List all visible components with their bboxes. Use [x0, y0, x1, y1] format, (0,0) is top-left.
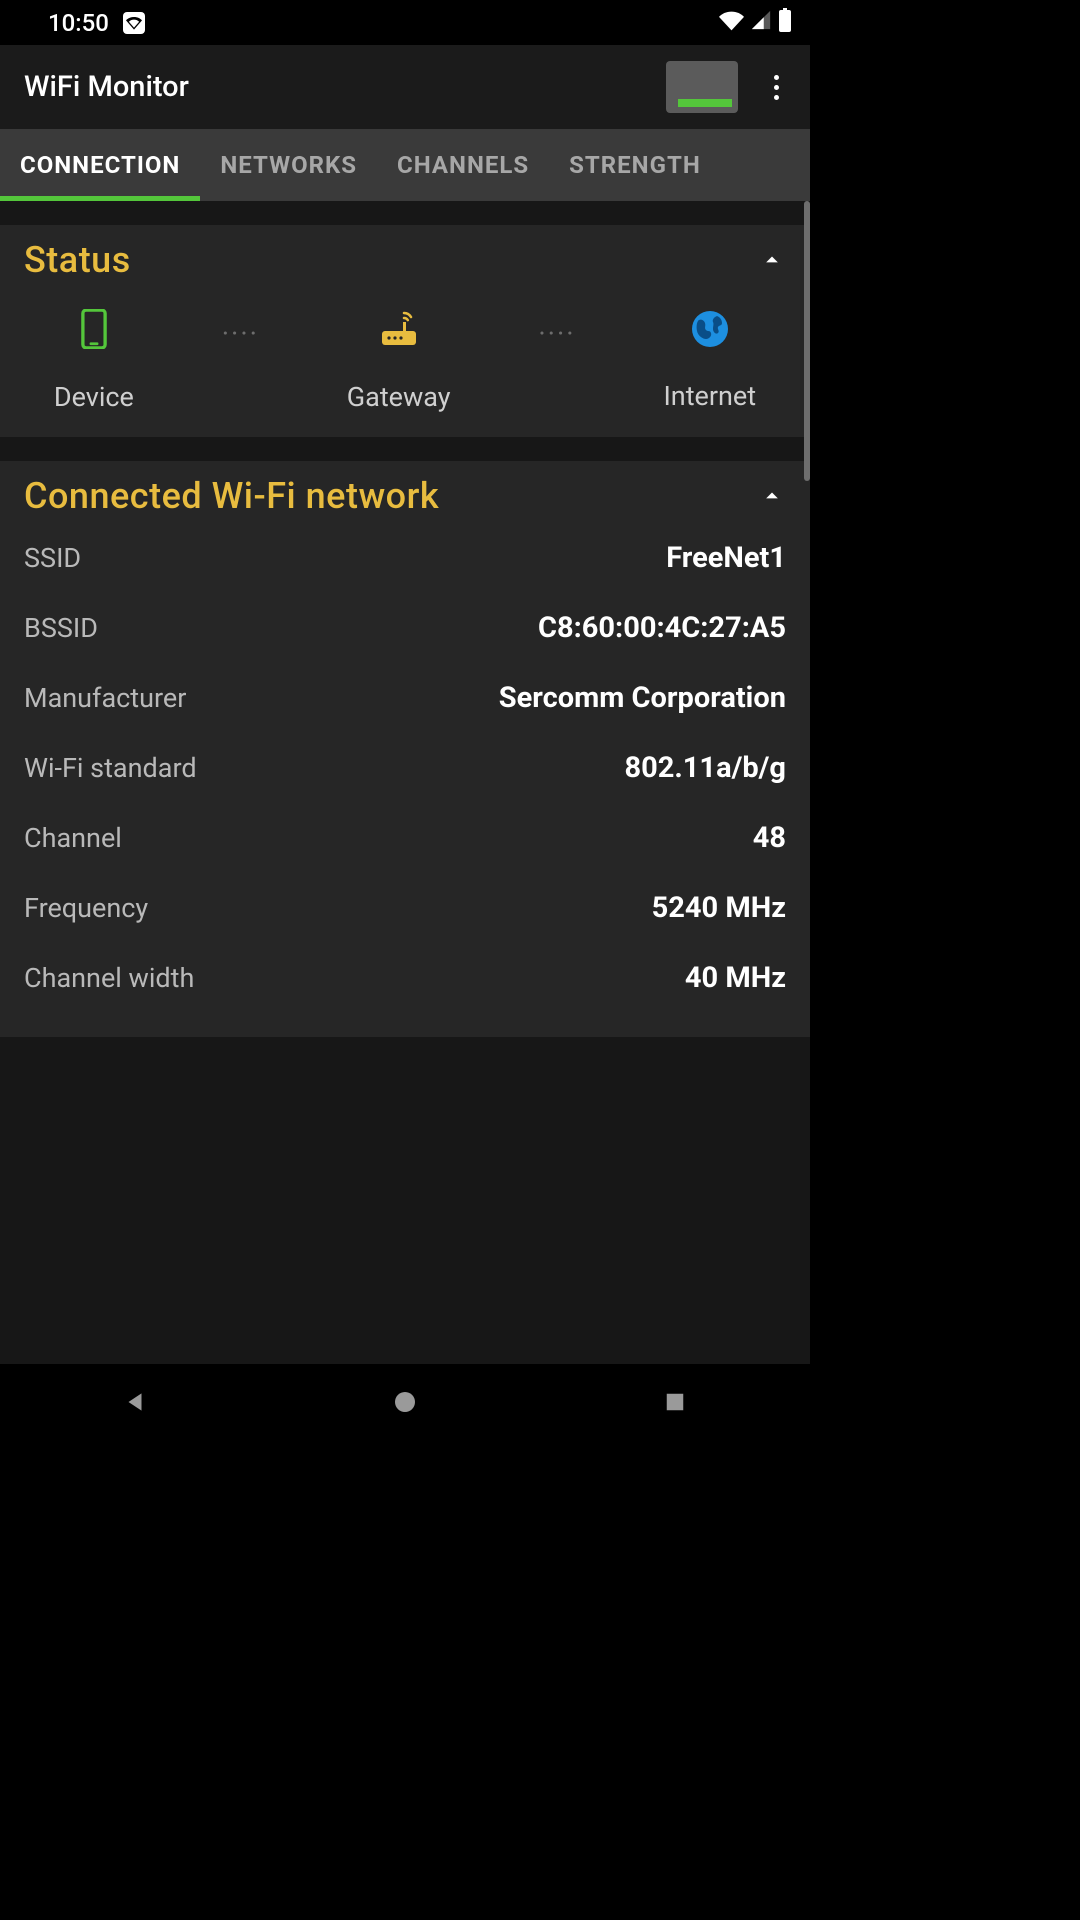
scrollbar-thumb[interactable]	[804, 201, 810, 481]
nav-home-button[interactable]	[383, 1380, 427, 1424]
content-scroll[interactable]: Status Device ····	[0, 201, 810, 1364]
wifi-monitor-notif-icon	[123, 12, 145, 34]
overflow-menu-button[interactable]	[754, 65, 798, 109]
android-navbar	[0, 1364, 810, 1440]
circle-home-icon	[393, 1390, 417, 1414]
square-recents-icon	[664, 1391, 686, 1413]
detail-value: 802.11a/b/g	[624, 751, 786, 785]
wifi-icon	[719, 9, 744, 37]
detail-row-manufacturer[interactable]: Manufacturer Sercomm Corporation	[0, 663, 810, 733]
detail-row-ssid[interactable]: SSID FreeNet1	[0, 523, 810, 593]
connection-dots-icon: ····	[222, 320, 259, 402]
detail-label: Manufacturer	[24, 682, 186, 714]
detail-value: 5240 MHz	[652, 891, 786, 925]
status-device: Device	[54, 309, 134, 413]
detail-label: Channel width	[24, 962, 194, 994]
tab-label: STRENGTH	[569, 151, 701, 179]
more-vert-icon	[774, 75, 779, 100]
connection-dots-icon: ····	[538, 320, 575, 402]
tab-strength[interactable]: STRENGTH	[549, 129, 721, 201]
nav-recents-button[interactable]	[653, 1380, 697, 1424]
tab-channels[interactable]: CHANNELS	[377, 129, 549, 201]
router-icon	[378, 309, 420, 353]
status-internet: Internet	[663, 310, 756, 412]
tab-networks[interactable]: NETWORKS	[200, 129, 377, 201]
detail-value: C8:60:00:4C:27:A5	[538, 611, 786, 645]
network-card: Connected Wi-Fi network SSID FreeNet1 BS…	[0, 461, 810, 1037]
detail-row-channel-width[interactable]: Channel width 40 MHz	[0, 943, 810, 1013]
tab-label: CONNECTION	[20, 151, 180, 179]
status-card-header[interactable]: Status	[0, 225, 810, 287]
status-row: Device ···· Gateway ····	[0, 287, 810, 413]
network-card-header[interactable]: Connected Wi-Fi network	[0, 461, 810, 523]
triangle-back-icon	[122, 1389, 148, 1415]
app-title: WiFi Monitor	[24, 70, 650, 104]
app-bar: WiFi Monitor	[0, 45, 810, 129]
battery-icon	[778, 8, 792, 38]
android-statusbar: 10:50	[0, 0, 810, 45]
status-gateway: Gateway	[347, 309, 451, 413]
nav-back-button[interactable]	[113, 1380, 157, 1424]
detail-label: Wi-Fi standard	[24, 752, 197, 784]
detail-value: Sercomm Corporation	[499, 681, 786, 715]
phone-icon	[79, 309, 109, 353]
status-card-title: Status	[24, 239, 131, 281]
detail-label: BSSID	[24, 612, 98, 644]
tab-label: NETWORKS	[220, 151, 357, 179]
detail-row-bssid[interactable]: BSSID C8:60:00:4C:27:A5	[0, 593, 810, 663]
statusbar-time: 10:50	[48, 9, 109, 37]
status-device-label: Device	[54, 381, 134, 413]
detail-label: SSID	[24, 542, 81, 574]
detail-value: 40 MHz	[685, 961, 786, 995]
detail-row-frequency[interactable]: Frequency 5240 MHz	[0, 873, 810, 943]
tab-connection[interactable]: CONNECTION	[0, 129, 200, 201]
detail-label: Frequency	[24, 892, 148, 924]
tab-bar: CONNECTION NETWORKS CHANNELS STRENGTH	[0, 129, 810, 201]
network-card-title: Connected Wi-Fi network	[24, 475, 439, 517]
chevron-up-icon	[758, 246, 786, 274]
cell-signal-icon	[750, 9, 772, 37]
status-internet-label: Internet	[663, 380, 756, 412]
status-card: Status Device ····	[0, 225, 810, 437]
detail-label: Channel	[24, 822, 122, 854]
tab-label: CHANNELS	[397, 151, 529, 179]
detail-row-channel[interactable]: Channel 48	[0, 803, 810, 873]
signal-sparkline-button[interactable]	[666, 61, 738, 113]
globe-icon	[691, 310, 729, 352]
detail-row-wifi-standard[interactable]: Wi-Fi standard 802.11a/b/g	[0, 733, 810, 803]
detail-value: FreeNet1	[666, 541, 786, 575]
chevron-up-icon	[758, 482, 786, 510]
status-gateway-label: Gateway	[347, 381, 451, 413]
detail-value: 48	[753, 821, 786, 855]
